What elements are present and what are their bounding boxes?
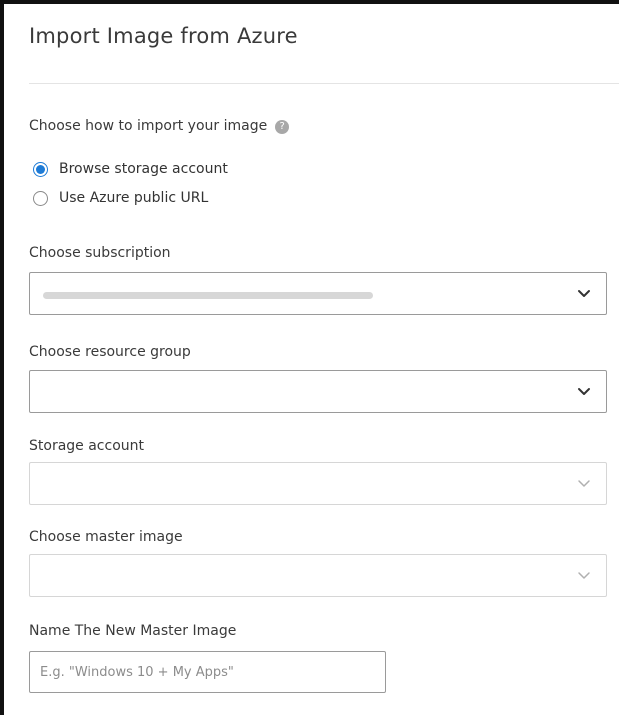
radio-azure-public-url-label[interactable]: Use Azure public URL [59, 190, 208, 206]
master-image-label: Choose master image [29, 529, 183, 545]
chevron-down-icon [578, 290, 590, 297]
dialog-title: Import Image from Azure [29, 24, 298, 48]
chevron-down-icon [578, 572, 590, 579]
radio-browse-storage-account-label[interactable]: Browse storage account [59, 161, 228, 177]
radio-button-checked-icon[interactable] [33, 161, 48, 177]
radio-azure-public-url[interactable]: Use Azure public URL [33, 190, 208, 206]
resource-group-select[interactable] [29, 370, 607, 413]
new-master-image-name-input[interactable] [29, 651, 386, 693]
storage-account-label: Storage account [29, 438, 145, 454]
new-master-image-name-label: Name The New Master Image [29, 623, 237, 639]
radio-button-unchecked-icon[interactable] [33, 190, 48, 206]
master-image-select[interactable] [29, 554, 607, 597]
resource-group-label: Choose resource group [29, 344, 191, 360]
subscription-label: Choose subscription [29, 245, 171, 261]
redacted-subscription-value [43, 292, 373, 299]
import-method-label-text: Choose how to import your image [29, 118, 268, 134]
help-icon[interactable]: ? [275, 120, 290, 134]
import-method-label: Choose how to import your image? [29, 118, 290, 134]
title-divider [29, 83, 619, 84]
radio-browse-storage-account[interactable]: Browse storage account [33, 161, 228, 177]
chevron-down-icon [578, 388, 590, 395]
storage-account-select[interactable] [29, 462, 607, 505]
chevron-down-icon [578, 480, 590, 487]
subscription-select[interactable] [29, 272, 607, 315]
